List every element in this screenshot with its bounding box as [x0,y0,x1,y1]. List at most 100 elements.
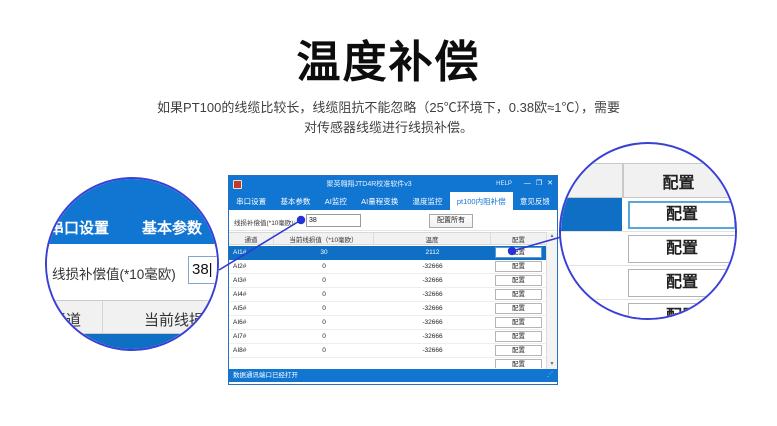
magnified-header-channel: 通道 [51,309,81,330]
window-title: 聚英翱翔JTD4R校准软件v3 [242,179,496,189]
table-body: AI1#302112配置AI2#0-32666配置AI3#0-32666配置AI… [229,246,546,368]
maximize-icon[interactable]: ❐ [536,176,542,192]
header-temperature: 温度 [374,233,491,244]
magnified-channel-cell [561,198,622,231]
configure-button[interactable]: 配置 [495,275,542,286]
table-row[interactable]: AI2#0-32666配置 [229,260,546,274]
magnified-channel-cell [561,300,622,320]
cell-chan: AI4# [229,288,274,301]
cell-configure: 配置 [491,330,546,343]
cell-configure: 配置 [491,302,546,315]
cell-loss: 0 [274,344,374,357]
table-row[interactable]: AI7#0-32666 配置 [229,330,546,344]
configure-button[interactable]: 配置 [495,261,542,272]
vertical-scrollbar[interactable]: ▲ ▼ [546,232,557,369]
tab-1[interactable]: 基本参数 [273,192,317,210]
cell-chan [229,358,274,368]
cell-chan: AI1# [229,246,274,259]
window-titlebar: 聚英翱翔JTD4R校准软件v3 HELP — ❐ ✕ [229,176,557,192]
cell-temp: -32666 [374,302,491,315]
configure-button[interactable]: 配置 [495,359,542,368]
configure-button[interactable]: 配置 [495,289,542,300]
configure-button[interactable]: 配置 [495,345,542,356]
cell-chan: AI8# [229,344,274,357]
tab-5[interactable]: pt100内阻补偿 [450,192,513,210]
compensation-control-row: 线损补偿值(*10毫欧): 38 配置所有 [229,210,557,231]
cell-temp: -32666 [374,316,491,329]
description-line-1: 如果PT100的线缆比较长，线缆阻抗不能忽略（25℃环境下，0.38欧≈1℃），… [0,98,777,118]
cell-temp [374,358,491,368]
page-title: 温度补偿 [0,26,777,90]
cell-loss: 30 [274,246,374,259]
magnified-selected-row [47,334,217,351]
magnified-table-row: 配置 [561,232,735,266]
configure-button[interactable]: 配置 [495,331,542,342]
cell-loss [274,358,374,368]
cell-loss: 0 [274,288,374,301]
table-row[interactable]: 配置 [229,358,546,368]
tab-0[interactable]: 串口设置 [229,192,273,210]
app-logo-icon [233,180,242,189]
magnified-loss-input: 38| [188,256,219,284]
tab-6[interactable]: 意见反馈 [513,192,557,210]
magnified-table-row: 配置 [561,198,735,232]
cell-chan: AI7# [229,330,274,343]
cell-loss: 0 [274,274,374,287]
magnified-configure-button[interactable]: 配置 [628,269,736,297]
tab-3[interactable]: AI量程变换 [354,192,405,210]
cell-configure: 配置 [491,246,546,259]
configure-button[interactable]: 配置 [495,247,542,258]
cell-temp: -32666 [374,330,491,343]
scroll-down-icon[interactable]: ▼ [547,360,557,369]
scroll-up-icon[interactable]: ▲ [547,232,557,241]
magnified-table-header: 通道 当前线损值 [47,300,217,334]
cell-temp: -32666 [374,288,491,301]
magnified-table-row: 配置 [561,300,735,320]
cell-temp: -32666 [374,344,491,357]
header-configure: 配置 [491,233,546,244]
magnifier-right: 配置 配置配置配置配置 [559,142,737,320]
header-current-loss: 当前线损值（*10毫欧） [274,233,374,244]
magnifier-left: 串口设置 基本参数 线损补偿值(*10毫欧) 38| 通道 当前线损值 [45,177,219,351]
configure-button[interactable]: 配置 [495,303,542,314]
magnified-header-divider [102,301,103,333]
configure-button[interactable]: 配置 [495,317,542,328]
table-row[interactable]: AI8#0-32666 配置 [229,344,546,358]
loss-compensation-label: 线损补偿值(*10毫欧): [234,217,295,227]
magnified-channel-cell [561,232,622,265]
magnified-tab-serial: 串口设置 [49,217,109,238]
cell-configure: 配置 [491,274,546,287]
magnified-configure-button[interactable]: 配置 [628,235,736,263]
magnified-configure-button[interactable]: 配置 [628,303,736,320]
magnified-tab-bar: 串口设置 基本参数 [47,179,217,244]
table-row[interactable]: AI6#0-32666 配置 [229,316,546,330]
tab-2[interactable]: AI监控 [318,192,354,210]
tab-4[interactable]: 温度监控 [405,192,449,210]
header-channel: 通道 [229,233,274,244]
table-row[interactable]: AI4#0-32666 配置 [229,288,546,302]
cell-configure: 配置 [491,358,546,368]
magnified-table-row: 配置 [561,266,735,300]
cell-temp: -32666 [374,260,491,273]
cell-configure: 配置 [491,344,546,357]
cell-chan: AI6# [229,316,274,329]
table-row[interactable]: AI3#0-32666 配置 [229,274,546,288]
table-header: 通道 当前线损值（*10毫欧） 温度 配置 [229,232,546,245]
cell-loss: 0 [274,330,374,343]
cell-loss: 0 [274,302,374,315]
table-row[interactable]: AI5#0-32666配置 [229,302,546,316]
minimize-icon[interactable]: — [524,176,531,192]
cell-chan: AI2# [229,260,274,273]
table-row[interactable]: AI1#302112配置 [229,246,546,260]
magnified-configure-button[interactable]: 配置 [628,201,736,229]
configure-all-button[interactable]: 配置所有 [429,214,473,228]
loss-compensation-input[interactable]: 38 [306,214,361,227]
cell-chan: AI3# [229,274,274,287]
cell-configure: 配置 [491,288,546,301]
cell-temp: -32666 [374,274,491,287]
help-menu[interactable]: HELP [496,181,512,187]
cell-loss: 0 [274,316,374,329]
resize-grip[interactable]: ⋰ [547,369,553,382]
magnified-configure-header-label: 配置 [622,164,735,197]
close-icon[interactable]: ✕ [547,176,553,192]
